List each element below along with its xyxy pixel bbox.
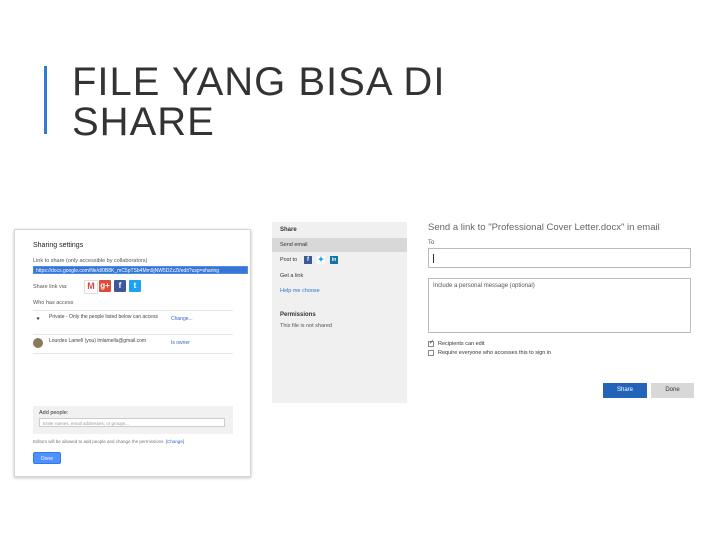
done-button[interactable]: Done	[651, 383, 694, 398]
sidebar-item-get-link[interactable]: Get a link	[280, 273, 303, 279]
sidebar-item-post-to[interactable]: Post to	[280, 257, 297, 263]
editors-note: Editors will be allowed to add people an…	[33, 439, 184, 444]
to-label: To	[428, 240, 435, 246]
avatar	[33, 338, 43, 348]
onedrive-email-panel: Send a link to "Professional Cover Lette…	[428, 222, 698, 402]
to-input[interactable]	[428, 248, 691, 268]
google-sharing-dialog: Sharing settings Link to share (only acc…	[14, 229, 251, 477]
access-row-who: Private - Only the people listed below c…	[49, 314, 158, 320]
twitter-icon[interactable]: t	[129, 280, 141, 292]
onedrive-share-sidebar: Share Send email Post to f ✦ in Get a li…	[272, 222, 407, 403]
personal-message-input[interactable]: Include a personal message (optional)	[428, 278, 691, 333]
linkedin-icon[interactable]: in	[330, 256, 338, 264]
editors-change-link[interactable]: [Change]	[166, 439, 184, 444]
share-header: Share	[280, 227, 297, 233]
sharing-settings-title: Sharing settings	[33, 242, 84, 249]
require-signin-label: Require everyone who accesses this to si…	[438, 350, 552, 356]
share-link-field[interactable]: https://docs.google.com/file/d/0B8K_mC5p…	[33, 266, 248, 274]
change-access-link[interactable]: Change...	[171, 316, 193, 322]
twitter-icon[interactable]: ✦	[317, 256, 325, 264]
help-me-choose-link[interactable]: Help me choose	[280, 288, 320, 294]
not-shared-status: This file is not shared	[280, 323, 332, 329]
google-plus-icon[interactable]: g+	[99, 280, 111, 292]
permissions-heading: Permissions	[280, 312, 316, 318]
facebook-icon[interactable]: f	[304, 256, 312, 264]
recipients-can-edit-checkbox[interactable]	[428, 339, 434, 347]
share-button[interactable]: Share	[603, 383, 647, 398]
add-people-input[interactable]: Enter names, email addresses, or groups.…	[39, 418, 225, 427]
send-link-title: Send a link to "Professional Cover Lette…	[428, 222, 660, 233]
add-people-label: Add people:	[39, 410, 69, 416]
owner-status: Is owner	[171, 340, 190, 346]
access-row: ● Private - Only the people listed below…	[33, 310, 233, 329]
sidebar-item-send-email[interactable]: Send email	[272, 238, 407, 252]
text-caret	[433, 254, 434, 263]
link-to-share-label: Link to share (only accessible by collab…	[33, 258, 148, 264]
slide-title-line-1: FILE YANG BISA DI	[72, 60, 446, 104]
title-accent-bar	[44, 66, 47, 134]
recipients-can-edit-label: Recipients can edit	[438, 341, 485, 347]
editors-note-text: Editors will be allowed to add people an…	[33, 439, 165, 444]
who-has-access-label: Who has access	[33, 300, 74, 306]
lock-icon: ●	[33, 314, 43, 324]
done-button[interactable]: Done	[33, 452, 61, 464]
add-people-panel: Add people: Enter names, email addresses…	[33, 406, 233, 434]
sidebar-item-label: Send email	[280, 242, 308, 248]
access-row: Lourdes Lamell (you) lmlamells@gmail.com…	[33, 334, 233, 354]
message-placeholder: Include a personal message (optional)	[433, 283, 535, 289]
share-via-label: Share link via:	[33, 284, 68, 290]
slide-title: FILE YANG BISA DI SHARE	[72, 62, 592, 142]
access-row-who: Lourdes Lamell (you) lmlamells@gmail.com	[49, 338, 147, 344]
facebook-icon[interactable]: f	[114, 280, 126, 292]
slide-title-line-2: SHARE	[72, 100, 215, 144]
require-signin-checkbox[interactable]	[428, 350, 434, 356]
gmail-icon[interactable]: M	[84, 280, 98, 294]
